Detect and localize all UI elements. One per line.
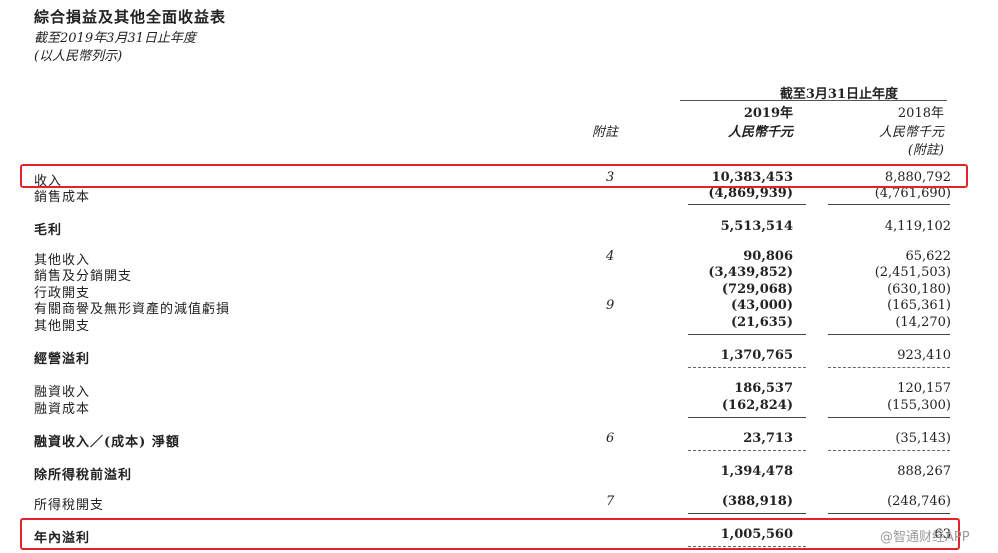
statement-period: 截至2019年3月31日止年度 [34,31,196,46]
row-value-2018: 65,622 [905,249,952,264]
row-label: 經營溢利 [34,352,91,367]
subtotal-rule-dashed [688,450,806,451]
row-note: 9 [606,298,615,313]
statement-row: 有關商譽及無形資產的減值虧損 9 (43,000) (165,361) [0,298,998,317]
row-label: 融資收入／(成本) 淨額 [34,435,180,450]
unit-2019-header: 人民幣千元 [727,125,793,140]
highlight-box-revenue [20,164,968,188]
statement-currency: (以人民幣列示) [34,49,123,64]
note-column-header: 附註 [592,125,619,140]
row-value-2019: 23,713 [743,431,793,446]
subtotal-rule [828,513,950,514]
row-value-2019: 1,370,765 [720,348,793,363]
row-value-2018: (165,361) [887,298,951,313]
subtotal-rule-dashed [828,367,950,368]
subtotal-rule [828,417,950,418]
statement-row: 融資成本 (162,824) (155,300) [0,398,998,417]
statement-row: 融資收入／(成本) 淨額 6 23,713 (35,143) [0,431,998,450]
row-value-2019: (43,000) [730,298,793,313]
subtotal-rule [828,204,950,205]
restated-note-header: (附註) [907,143,944,158]
row-value-2018: (630,180) [887,282,951,297]
statement-row: 融資收入 186,537 120,157 [0,381,998,400]
statement-row: 經營溢利 1,370,765 923,410 [0,348,998,367]
row-value-2018: 120,157 [897,381,951,396]
row-value-2019: (21,635) [730,315,793,330]
statement-row: 除所得稅前溢利 1,394,478 888,267 [0,464,998,483]
row-value-2019: 186,537 [734,381,793,396]
statement-row: 銷售成本 (4,869,939) (4,761,690) [0,186,998,205]
row-label: 其他開支 [34,319,91,334]
period-header-rule [680,100,947,101]
row-value-2019: (388,918) [721,494,793,509]
watermark: @智通财经APP [880,530,970,545]
row-label: 所得稅開支 [34,498,105,513]
row-value-2018: (4,761,690) [874,186,951,201]
unit-2018-header: 人民幣千元 [878,125,944,140]
subtotal-rule [828,334,950,335]
row-value-2018: 4,119,102 [884,219,951,234]
row-value-2019: (3,439,852) [708,265,793,280]
subtotal-rule-dashed [828,450,950,451]
row-value-2019: (729,068) [721,282,793,297]
row-label: 除所得稅前溢利 [34,468,133,483]
row-note: 7 [606,494,615,509]
statement-row: 銷售及分銷開支 (3,439,852) (2,451,503) [0,265,998,284]
subtotal-rule [688,417,806,418]
row-value-2018: 923,410 [897,348,951,363]
row-value-2019: 90,806 [743,249,793,264]
row-value-2019: (4,869,939) [708,186,793,201]
statement-row: 其他開支 (21,635) (14,270) [0,315,998,334]
statement-row: 所得稅開支 7 (388,918) (248,746) [0,494,998,513]
row-value-2018: (2,451,503) [874,265,951,280]
row-label: 融資成本 [34,402,91,417]
row-value-2019: 5,513,514 [720,219,793,234]
subtotal-rule [688,204,806,205]
subtotal-rule [688,334,806,335]
row-value-2018: (14,270) [895,315,951,330]
row-value-2018: (248,746) [887,494,951,509]
statement-row: 毛利 5,513,514 4,119,102 [0,219,998,238]
statement-row: 行政開支 (729,068) (630,180) [0,282,998,301]
row-label: 銷售成本 [34,190,91,205]
year-2019-header: 2019年 [743,106,793,121]
subtotal-rule [688,513,806,514]
row-value-2018: (155,300) [887,398,951,413]
statement-title: 綜合損益及其他全面收益表 [34,8,227,26]
statement-row: 其他收入 4 90,806 65,622 [0,249,998,268]
year-2018-header: 2018年 [897,106,944,121]
row-note: 4 [606,249,615,264]
row-label: 毛利 [34,223,63,238]
row-note: 6 [606,431,615,446]
row-value-2019: (162,824) [721,398,793,413]
row-value-2019: 1,394,478 [720,464,793,479]
subtotal-rule-dashed [688,367,806,368]
row-value-2018: (35,143) [895,431,951,446]
highlight-box-profit [20,518,960,550]
row-value-2018: 888,267 [897,464,951,479]
